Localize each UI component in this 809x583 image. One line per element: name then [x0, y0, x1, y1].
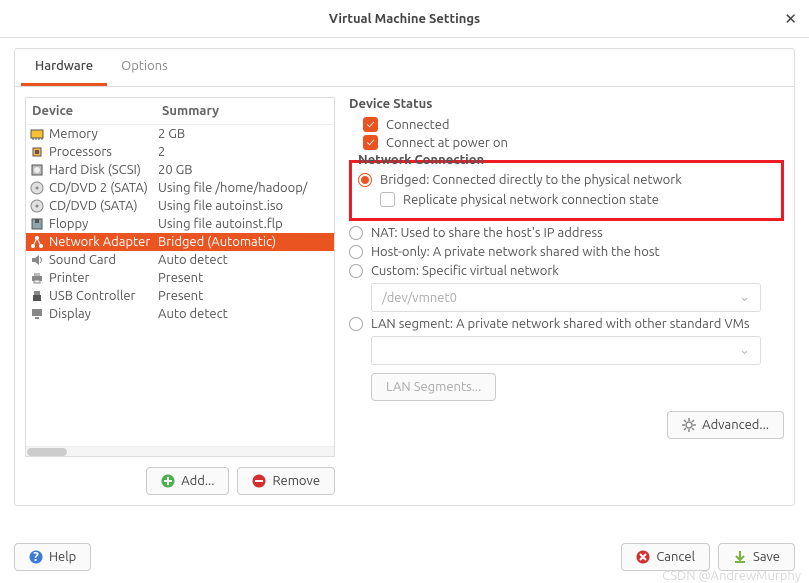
tabs: Hardware Options	[15, 49, 794, 87]
disk-icon	[28, 163, 46, 177]
add-button[interactable]: Add...	[146, 467, 229, 495]
device-row-cd[interactable]: CD/DVD 2 (SATA)Using file /home/hadoop/	[26, 179, 334, 197]
device-table: Device Summary Memory2 GBProcessors2Hard…	[25, 97, 335, 457]
tab-options[interactable]: Options	[107, 49, 182, 86]
titlebar: Virtual Machine Settings ✕	[0, 0, 809, 38]
help-icon: ?	[29, 550, 43, 564]
device-row-sound[interactable]: Sound CardAuto detect	[26, 251, 334, 269]
custom-network-select[interactable]: /dev/vmnet0 ⌄	[371, 283, 761, 312]
device-row-net[interactable]: Network AdapterBridged (Automatic)	[26, 233, 334, 251]
network-connection-title: Network Connection	[358, 153, 775, 167]
col-summary: Summary	[162, 104, 219, 118]
remove-button[interactable]: Remove	[237, 467, 335, 495]
cd-icon	[28, 181, 46, 195]
horizontal-scrollbar[interactable]	[26, 446, 334, 456]
device-row-cpu[interactable]: Processors2	[26, 143, 334, 161]
connect-poweron-checkbox[interactable]: ✓	[363, 135, 378, 150]
device-status-title: Device Status	[349, 97, 784, 111]
device-row-floppy[interactable]: FloppyUsing file autoinst.flp	[26, 215, 334, 233]
col-device: Device	[32, 104, 162, 118]
radio-hostonly[interactable]	[349, 245, 363, 259]
svg-text:?: ?	[33, 550, 39, 564]
connect-poweron-label: Connect at power on	[386, 136, 508, 150]
device-row-usb[interactable]: USB ControllerPresent	[26, 287, 334, 305]
window-title: Virtual Machine Settings	[329, 12, 480, 26]
radio-bridged[interactable]	[358, 173, 372, 187]
cpu-icon	[28, 145, 46, 159]
highlight-box: Network Connection Bridged: Connected di…	[349, 160, 784, 221]
device-row-display[interactable]: DisplayAuto detect	[26, 305, 334, 323]
gear-icon	[682, 418, 696, 432]
save-icon	[733, 550, 747, 564]
lan-segments-button[interactable]: LAN Segments...	[371, 373, 496, 401]
tab-hardware[interactable]: Hardware	[21, 49, 107, 86]
usb-icon	[28, 289, 46, 303]
chevron-down-icon: ⌄	[739, 343, 750, 358]
minus-icon	[252, 474, 266, 488]
device-row-disk[interactable]: Hard Disk (SCSI)20 GB	[26, 161, 334, 179]
save-button[interactable]: Save	[718, 543, 795, 571]
lan-label: LAN segment: A private network shared wi…	[371, 317, 750, 331]
connected-label: Connected	[386, 118, 450, 132]
advanced-button[interactable]: Advanced...	[667, 411, 784, 439]
cancel-button[interactable]: Cancel	[621, 543, 710, 571]
replicate-checkbox[interactable]	[380, 192, 395, 207]
cd-icon	[28, 199, 46, 213]
watermark: CSDN @AndrewMurphy	[662, 569, 801, 583]
nat-label: NAT: Used to share the host's IP address	[371, 226, 603, 240]
help-button[interactable]: ? Help	[14, 543, 91, 571]
net-icon	[28, 235, 46, 249]
device-row-printer[interactable]: PrinterPresent	[26, 269, 334, 287]
lan-segment-select[interactable]: ⌄	[371, 336, 761, 365]
printer-icon	[28, 271, 46, 285]
close-icon[interactable]: ✕	[784, 10, 797, 28]
device-row-cd[interactable]: CD/DVD (SATA)Using file autoinst.iso	[26, 197, 334, 215]
cancel-icon	[636, 550, 650, 564]
sound-icon	[28, 253, 46, 267]
chevron-down-icon: ⌄	[739, 290, 750, 305]
memory-icon	[28, 127, 46, 141]
replicate-label: Replicate physical network connection st…	[403, 193, 659, 207]
custom-label: Custom: Specific virtual network	[371, 264, 559, 278]
radio-custom[interactable]	[349, 264, 363, 278]
plus-icon	[161, 474, 175, 488]
bridged-label: Bridged: Connected directly to the physi…	[380, 173, 682, 187]
display-icon	[28, 307, 46, 321]
radio-lan[interactable]	[349, 317, 363, 331]
radio-nat[interactable]	[349, 226, 363, 240]
floppy-icon	[28, 217, 46, 231]
hostonly-label: Host-only: A private network shared with…	[371, 245, 660, 259]
device-row-memory[interactable]: Memory2 GB	[26, 125, 334, 143]
connected-checkbox[interactable]: ✓	[363, 117, 378, 132]
